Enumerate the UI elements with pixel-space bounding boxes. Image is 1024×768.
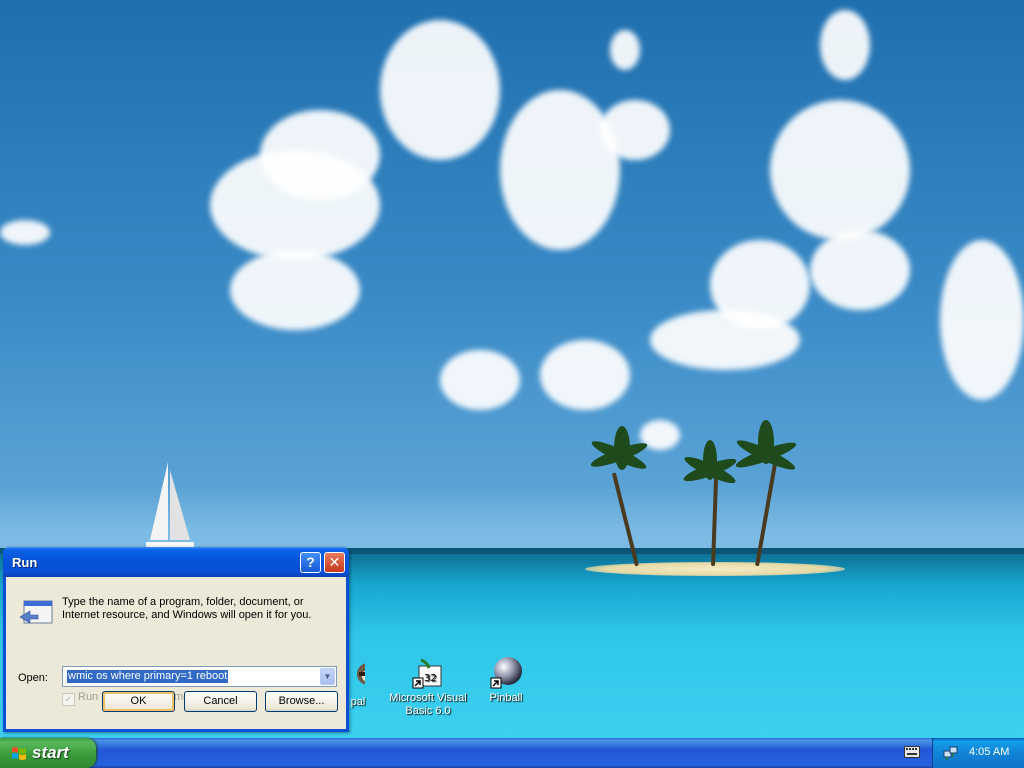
run-dialog-titlebar[interactable]: Run ? ✕ bbox=[3, 547, 349, 577]
run-dialog-title: Run bbox=[12, 555, 38, 570]
browse-button[interactable]: Browse... bbox=[265, 691, 338, 712]
run-dialog: Run ? ✕ Type the name of a program, fold… bbox=[3, 547, 349, 732]
open-input-value[interactable]: wmic os where primary=1 reboot bbox=[67, 670, 229, 683]
system-tray: 4:05 AM bbox=[932, 738, 1024, 768]
run-dialog-body: Type the name of a program, folder, docu… bbox=[6, 577, 346, 729]
close-icon: ✕ bbox=[328, 554, 341, 570]
question-mark-icon: ? bbox=[306, 554, 315, 570]
checkbox-check-icon: ✓ bbox=[62, 693, 75, 706]
clock[interactable]: 4:05 AM bbox=[969, 746, 1009, 758]
desktop-icon-pinball[interactable]: Pinball bbox=[466, 656, 546, 705]
chevron-down-icon: ▼ bbox=[323, 672, 332, 681]
help-button[interactable]: ? bbox=[300, 552, 321, 573]
taskbar: start 4:05 AM bbox=[0, 738, 1024, 768]
open-label: Open: bbox=[18, 672, 48, 684]
ok-button[interactable]: OK bbox=[102, 691, 175, 712]
open-dropdown-button[interactable]: ▼ bbox=[320, 668, 335, 685]
palm-trees-image bbox=[590, 420, 797, 484]
desktop-icon-vb6[interactable]: 32 Microsoft Visual Basic 6.0 bbox=[388, 656, 468, 718]
keyboard-icon[interactable] bbox=[904, 746, 920, 758]
start-button[interactable]: start bbox=[0, 738, 96, 768]
open-combobox[interactable]: wmic os where primary=1 reboot ▼ bbox=[62, 666, 337, 687]
run-program-icon bbox=[20, 600, 53, 624]
close-button[interactable]: ✕ bbox=[324, 552, 345, 573]
network-icon[interactable] bbox=[943, 745, 959, 761]
visual-basic-icon: 32 bbox=[411, 656, 445, 690]
cancel-button[interactable]: Cancel bbox=[184, 691, 257, 712]
sailboat-image bbox=[146, 462, 194, 548]
pinball-icon bbox=[489, 656, 523, 690]
run-prompt-text: Type the name of a program, folder, docu… bbox=[62, 596, 312, 621]
start-label: start bbox=[32, 743, 69, 762]
windows-logo-icon bbox=[12, 747, 26, 760]
svg-text:32: 32 bbox=[424, 673, 437, 684]
